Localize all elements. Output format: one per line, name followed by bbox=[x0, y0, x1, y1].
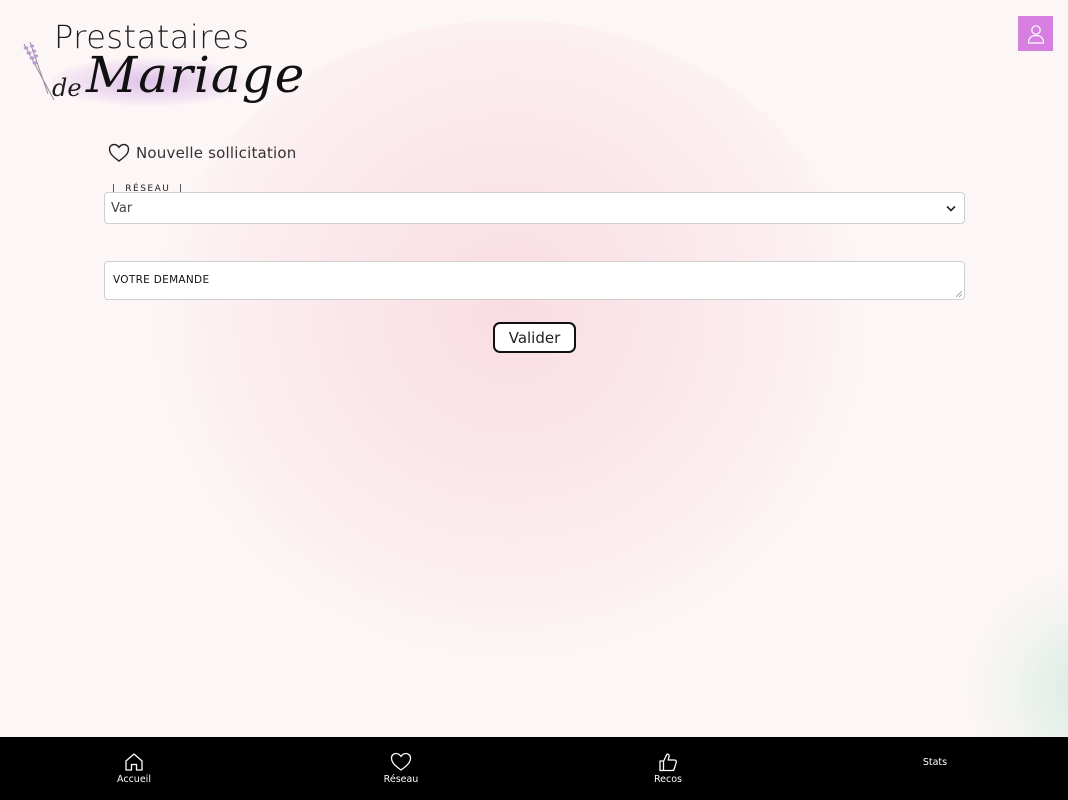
logo-text-de: de bbox=[52, 74, 82, 102]
resize-grip-icon[interactable] bbox=[956, 291, 962, 297]
page-title: Nouvelle sollicitation bbox=[136, 144, 297, 162]
nav-item-reseau[interactable]: Réseau bbox=[341, 737, 461, 800]
profile-button[interactable] bbox=[1018, 16, 1053, 51]
thumbs-up-icon bbox=[659, 753, 677, 772]
heart-icon bbox=[108, 143, 130, 162]
bottom-navigation: Accueil Réseau Recos Stats bbox=[0, 737, 1068, 800]
nav-label-home: Accueil bbox=[117, 774, 151, 785]
nav-item-home[interactable]: Accueil bbox=[74, 737, 194, 800]
network-select-value: Var bbox=[111, 200, 133, 216]
green-watercolor-blob bbox=[960, 560, 1068, 737]
network-select[interactable]: Var bbox=[104, 192, 965, 224]
home-icon bbox=[125, 753, 143, 771]
request-textarea[interactable]: VOTRE DEMANDE bbox=[104, 261, 965, 300]
request-placeholder: VOTRE DEMANDE bbox=[113, 274, 210, 286]
chevron-down-icon bbox=[946, 205, 956, 212]
submit-button[interactable]: Valider bbox=[493, 322, 576, 353]
site-logo[interactable]: Prestataires de Mariage bbox=[20, 16, 320, 126]
nav-label-reseau: Réseau bbox=[383, 774, 419, 785]
user-icon bbox=[1027, 24, 1044, 44]
nav-label-stats: Stats bbox=[922, 756, 948, 768]
logo-text-mariage: Mariage bbox=[86, 46, 306, 104]
heart-icon bbox=[390, 752, 412, 771]
page-heading: Nouvelle sollicitation bbox=[108, 143, 296, 163]
nav-item-stats[interactable]: Stats bbox=[875, 737, 995, 800]
nav-label-recos: Recos bbox=[653, 774, 682, 785]
nav-item-recos[interactable]: Recos bbox=[608, 737, 728, 800]
